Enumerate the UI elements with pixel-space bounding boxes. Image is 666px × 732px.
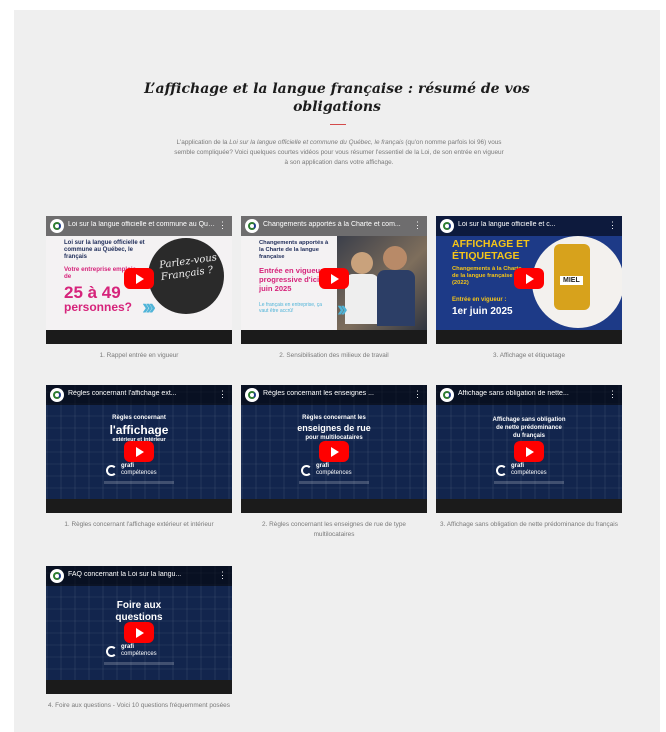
channel-logo-icon[interactable] bbox=[245, 388, 259, 402]
video-title[interactable]: Affichage sans obligation de nette... bbox=[458, 390, 608, 397]
grafi-competences-logo: grafi compétences bbox=[301, 463, 371, 479]
video-card-1[interactable]: Loi sur la langue officielle et commune … bbox=[46, 216, 232, 361]
video-card-5[interactable]: Règles concernant les enseignes de rue p… bbox=[241, 385, 427, 540]
youtube-play-icon[interactable] bbox=[319, 268, 349, 289]
video-caption: 4. Foire aux questions - Voici 10 questi… bbox=[48, 702, 230, 709]
video-card-4[interactable]: Règles concernant l'affichage extérieur … bbox=[46, 385, 232, 530]
youtube-play-icon[interactable] bbox=[124, 622, 154, 643]
video-title[interactable]: Règles concernant l'affichage ext... bbox=[68, 390, 218, 397]
chalkboard-bubble: Parlez-vous Français ? bbox=[148, 238, 224, 314]
more-vert-icon[interactable]: ⋮ bbox=[608, 220, 617, 230]
video-caption: 1. Règles concernant l'affichage extérie… bbox=[64, 521, 214, 528]
video-section: L’affichage et la langue française : rés… bbox=[14, 10, 660, 732]
video-title[interactable]: Changements apportés à la Charte et com.… bbox=[263, 221, 413, 228]
video-title[interactable]: Règles concernant les enseignes ... bbox=[263, 390, 413, 397]
channel-logo-icon[interactable] bbox=[245, 219, 259, 233]
video-thumbnail[interactable]: Règles concernant les enseignes de rue p… bbox=[241, 385, 427, 513]
youtube-play-icon[interactable] bbox=[319, 441, 349, 462]
video-title[interactable]: Loi sur la langue officielle et c... bbox=[458, 221, 608, 228]
video-card-2[interactable]: Changements apportés à la Charte de la l… bbox=[241, 216, 427, 361]
video-thumbnail[interactable]: MIEL AFFICHAGE ET ÉTIQUETAGE Changements… bbox=[436, 216, 622, 344]
video-thumbnail[interactable]: Foire aux questions grafi compétences FAQ… bbox=[46, 566, 232, 694]
video-card-6[interactable]: Affichage sans obligation de nette prédo… bbox=[436, 385, 622, 530]
video-caption: 2. Sensibilisation des milieux de travai… bbox=[279, 352, 389, 359]
people-photo bbox=[337, 236, 427, 330]
more-vert-icon[interactable]: ⋮ bbox=[218, 220, 227, 230]
channel-logo-icon[interactable] bbox=[440, 219, 454, 233]
more-vert-icon[interactable]: ⋮ bbox=[413, 220, 422, 230]
channel-logo-icon[interactable] bbox=[50, 569, 64, 583]
section-title: L’affichage et la langue française : rés… bbox=[144, 81, 530, 115]
honey-jar-image: MIEL bbox=[554, 244, 590, 310]
chevrons-decoration: ››› bbox=[142, 294, 156, 319]
video-caption: 1. Rappel entrée en vigueur bbox=[99, 352, 179, 359]
channel-logo-icon[interactable] bbox=[440, 388, 454, 402]
grafi-competences-logo: grafi compétences bbox=[496, 463, 566, 479]
video-thumbnail[interactable]: Changements apportés à la Charte de la l… bbox=[241, 216, 427, 344]
youtube-play-icon[interactable] bbox=[124, 441, 154, 462]
video-thumbnail[interactable]: Loi sur la langue officielle et commune … bbox=[46, 216, 232, 344]
video-thumbnail[interactable]: Affichage sans obligation de nette prédo… bbox=[436, 385, 622, 513]
video-caption: 2. Règles concernant les enseignes de ru… bbox=[262, 521, 406, 538]
grafi-competences-logo: grafi compétences bbox=[106, 644, 176, 660]
channel-logo-icon[interactable] bbox=[50, 219, 64, 233]
more-vert-icon[interactable]: ⋮ bbox=[608, 389, 617, 399]
video-caption: 3. Affichage sans obligation de nette pr… bbox=[440, 521, 618, 528]
video-title[interactable]: Loi sur la langue officielle et commune … bbox=[68, 221, 218, 228]
channel-logo-icon[interactable] bbox=[50, 388, 64, 402]
video-card-3[interactable]: MIEL AFFICHAGE ET ÉTIQUETAGE Changements… bbox=[436, 216, 622, 361]
youtube-play-icon[interactable] bbox=[514, 441, 544, 462]
video-caption: 3. Affichage et étiquetage bbox=[492, 352, 565, 359]
grafi-competences-logo: grafi compétences bbox=[106, 463, 176, 479]
more-vert-icon[interactable]: ⋮ bbox=[413, 389, 422, 399]
section-intro: L'application de la Loi sur la langue of… bbox=[174, 139, 504, 166]
more-vert-icon[interactable]: ⋮ bbox=[218, 570, 227, 580]
video-thumbnail[interactable]: Règles concernant l'affichage extérieur … bbox=[46, 385, 232, 513]
title-underline bbox=[330, 124, 346, 125]
youtube-play-icon[interactable] bbox=[514, 268, 544, 289]
video-card-7[interactable]: Foire aux questions grafi compétences FAQ… bbox=[46, 566, 232, 711]
chevrons-decoration: ›› bbox=[337, 296, 347, 321]
more-vert-icon[interactable]: ⋮ bbox=[218, 389, 227, 399]
video-title[interactable]: FAQ concernant la Loi sur la langu... bbox=[68, 571, 218, 578]
youtube-play-icon[interactable] bbox=[124, 268, 154, 289]
